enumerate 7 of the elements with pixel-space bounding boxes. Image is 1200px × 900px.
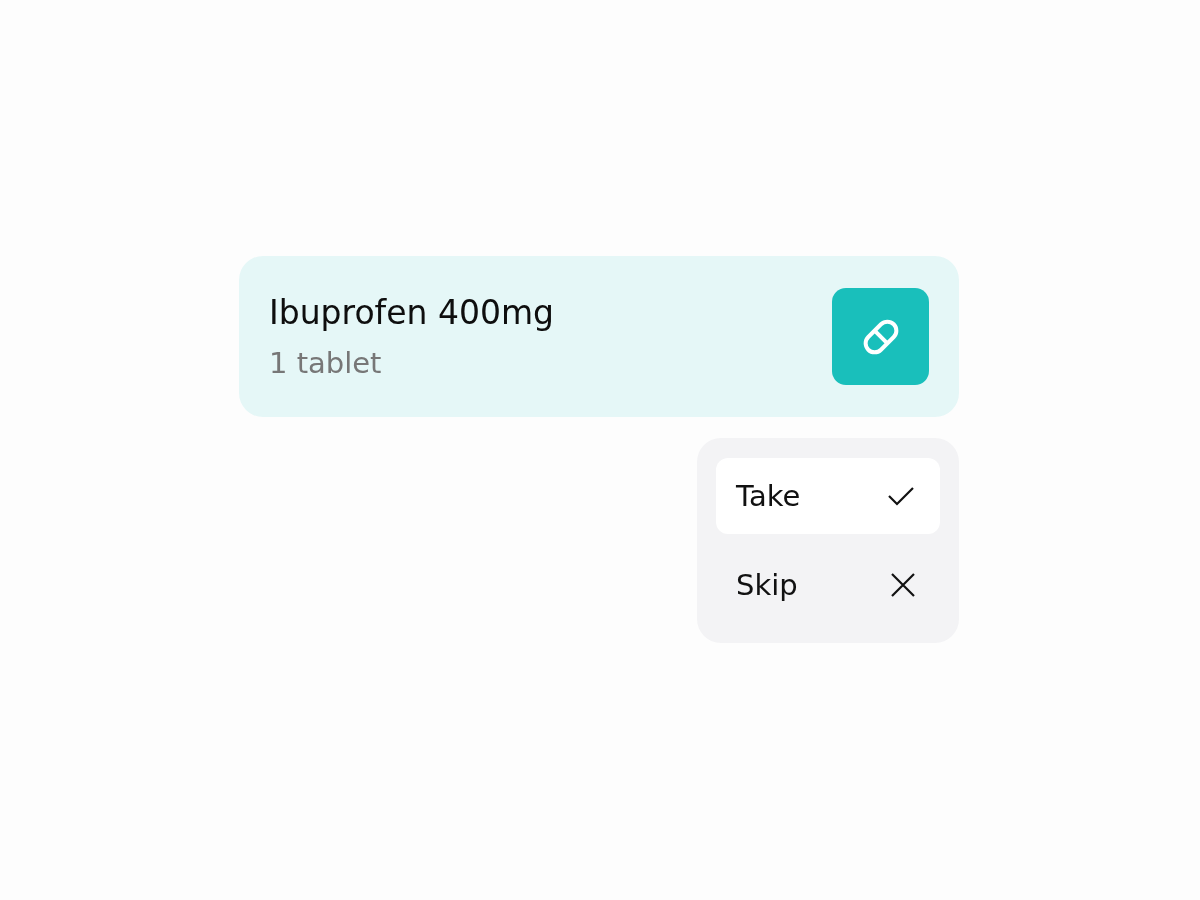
close-icon [890, 572, 916, 598]
menu-item[interactable]: Take [716, 458, 940, 534]
medication-name: Ibuprofen 400mg [269, 293, 554, 332]
pill-icon [832, 288, 929, 385]
dosage-text: 1 tablet [269, 346, 383, 380]
menu-item[interactable]: Skip [716, 547, 940, 623]
check-icon [886, 484, 916, 508]
